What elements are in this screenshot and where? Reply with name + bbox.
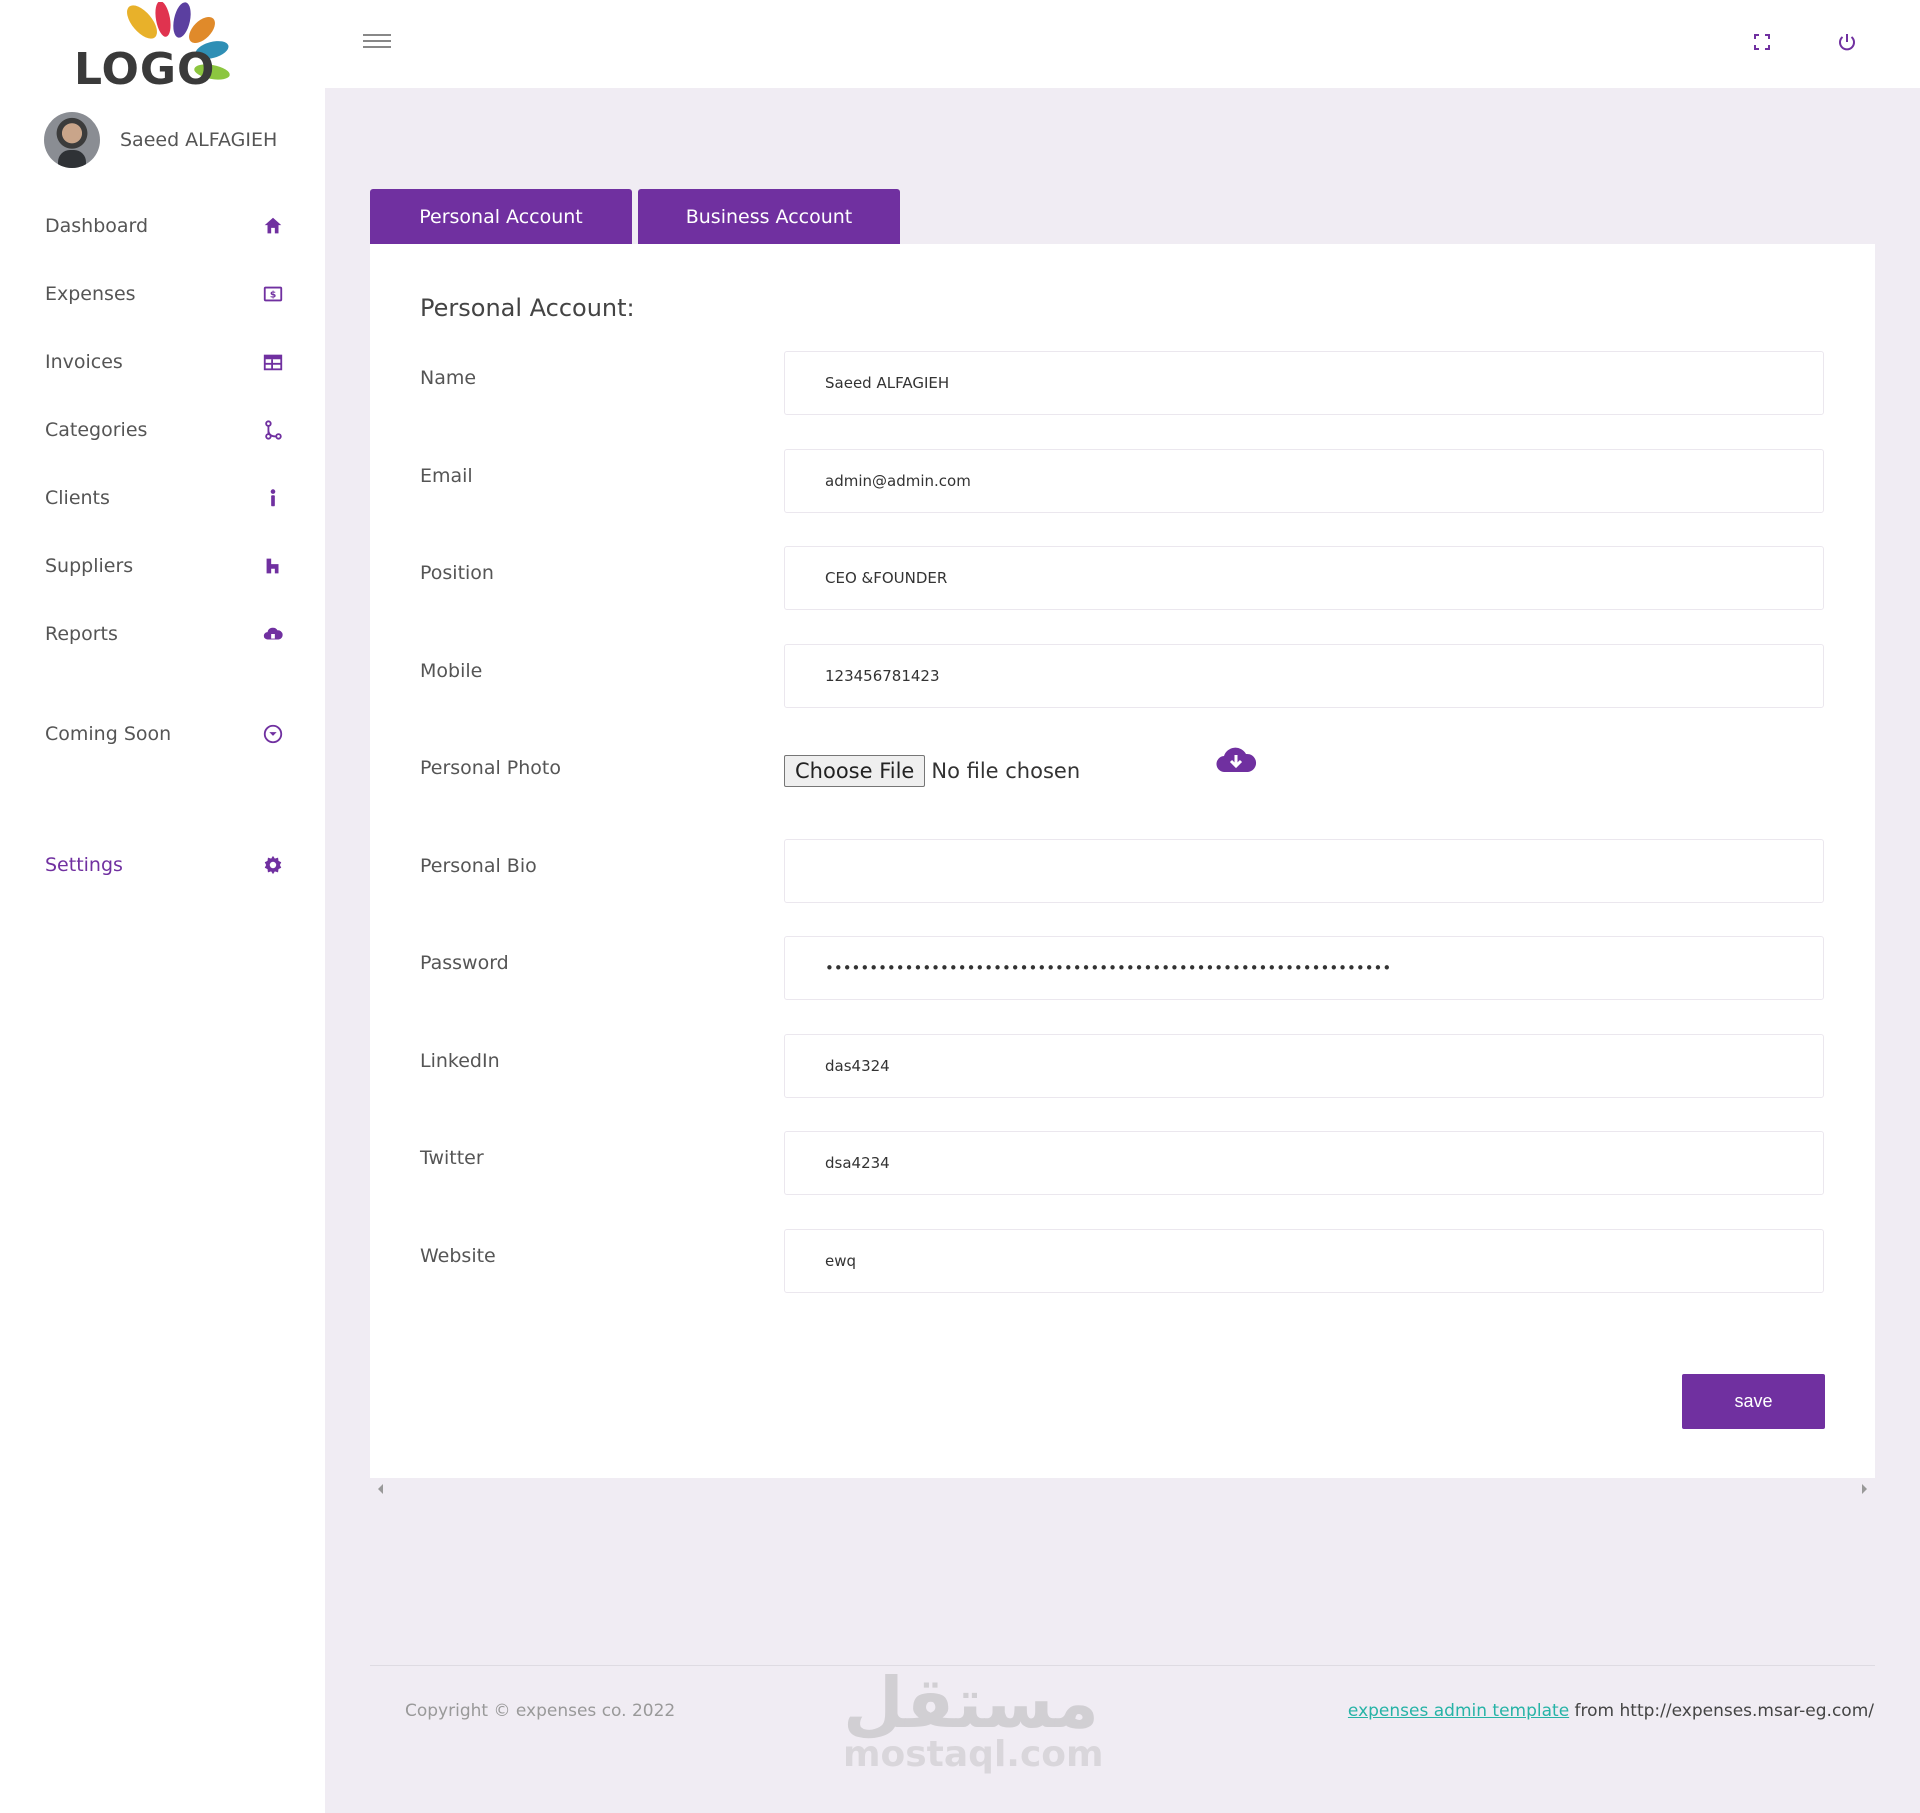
mobile-field[interactable]	[784, 644, 1824, 708]
table-icon	[261, 350, 285, 374]
scroll-left-arrow-icon[interactable]	[378, 1484, 383, 1494]
fullscreen-icon[interactable]	[1750, 30, 1774, 54]
save-button[interactable]: save	[1682, 1374, 1825, 1429]
footer-divider	[370, 1665, 1875, 1666]
email-field[interactable]	[784, 449, 1824, 513]
sidebar-item-reports[interactable]: Reports	[45, 614, 285, 654]
building-icon	[261, 554, 285, 578]
file-status: No file chosen	[931, 759, 1081, 783]
name-field[interactable]	[784, 351, 1824, 415]
sidebar-item-expenses[interactable]: Expenses $	[45, 274, 285, 314]
sidebar-item-label: Invoices	[45, 351, 123, 373]
cloud-download-icon[interactable]	[1215, 744, 1257, 776]
tab-personal-account[interactable]: Personal Account	[370, 189, 632, 244]
twitter-field[interactable]	[784, 1131, 1824, 1195]
password-field[interactable]	[784, 936, 1824, 1000]
personal-photo-label: Personal Photo	[420, 757, 562, 779]
logo[interactable]: LOGO	[72, 2, 262, 95]
sidebar-item-settings[interactable]: Settings	[45, 845, 285, 885]
form-title: Personal Account:	[420, 294, 635, 322]
sidebar-item-dashboard[interactable]: Dashboard	[45, 206, 285, 246]
sidebar-item-invoices[interactable]: Invoices	[45, 342, 285, 382]
linkedin-field[interactable]	[784, 1034, 1824, 1098]
logo-text: LOGO	[74, 44, 216, 95]
home-icon	[261, 214, 285, 238]
sidebar-item-suppliers[interactable]: Suppliers	[45, 546, 285, 586]
email-label: Email	[420, 465, 473, 487]
person-icon	[261, 486, 285, 510]
mobile-label: Mobile	[420, 660, 483, 682]
website-label: Website	[420, 1245, 496, 1267]
power-icon[interactable]	[1835, 30, 1859, 54]
sidebar-item-coming-soon[interactable]: Coming Soon	[45, 714, 285, 754]
linkedin-label: LinkedIn	[420, 1050, 500, 1072]
chevron-circle-down-icon	[261, 722, 285, 746]
topbar	[325, 0, 1920, 88]
password-label: Password	[420, 952, 509, 974]
personal-account-form: Personal Account: Name Email Position Mo…	[370, 244, 1875, 1478]
sidebar-item-label: Settings	[45, 854, 123, 876]
money-icon: $	[261, 282, 285, 306]
twitter-label: Twitter	[420, 1147, 484, 1169]
personal-bio-field[interactable]	[784, 839, 1824, 903]
gear-icon	[261, 853, 285, 877]
avatar[interactable]	[44, 112, 100, 168]
hamburger-menu-icon[interactable]	[363, 30, 391, 54]
user-profile[interactable]: Saeed ALFAGIEH	[44, 112, 277, 168]
sidebar-item-categories[interactable]: Categories	[45, 410, 285, 450]
sidebar-item-label: Clients	[45, 487, 110, 509]
footer-credit-suffix: from http://expenses.msar-eg.com/	[1569, 1701, 1874, 1721]
user-name: Saeed ALFAGIEH	[120, 129, 278, 151]
name-label: Name	[420, 367, 477, 389]
sidebar-item-label: Suppliers	[45, 555, 134, 577]
tab-business-account[interactable]: Business Account	[638, 189, 900, 244]
sidebar: LOGO Saeed ALFAGIEH Dashboard Expenses $…	[0, 0, 325, 1813]
svg-text:$: $	[270, 290, 276, 301]
website-field[interactable]	[784, 1229, 1824, 1293]
watermark-arabic: مستقل	[843, 1662, 1100, 1744]
sidebar-item-label: Categories	[45, 419, 148, 441]
sidebar-item-clients[interactable]: Clients	[45, 478, 285, 518]
watermark: مستقل mostaql.com	[843, 1662, 1104, 1782]
position-field[interactable]	[784, 546, 1824, 610]
cloud-report-icon	[261, 622, 285, 646]
horizontal-scrollbar[interactable]	[370, 1478, 1875, 1500]
footer-credit: expenses admin template from http://expe…	[1348, 1701, 1874, 1721]
personal-photo-input[interactable]: Choose File No file chosen	[784, 754, 1080, 788]
position-label: Position	[420, 562, 494, 584]
scroll-right-arrow-icon[interactable]	[1862, 1484, 1867, 1494]
sidebar-item-label: Dashboard	[45, 215, 149, 237]
branch-icon	[261, 418, 285, 442]
choose-file-button[interactable]: Choose File	[784, 755, 926, 787]
watermark-english: mostaql.com	[843, 1734, 1104, 1775]
sidebar-item-label: Reports	[45, 623, 118, 645]
sidebar-item-label: Expenses	[45, 283, 136, 305]
personal-bio-label: Personal Bio	[420, 855, 537, 877]
footer-template-link[interactable]: expenses admin template	[1348, 1701, 1569, 1721]
footer-copyright: Copyright © expenses co. 2022	[405, 1701, 676, 1721]
sidebar-item-label: Coming Soon	[45, 723, 172, 745]
